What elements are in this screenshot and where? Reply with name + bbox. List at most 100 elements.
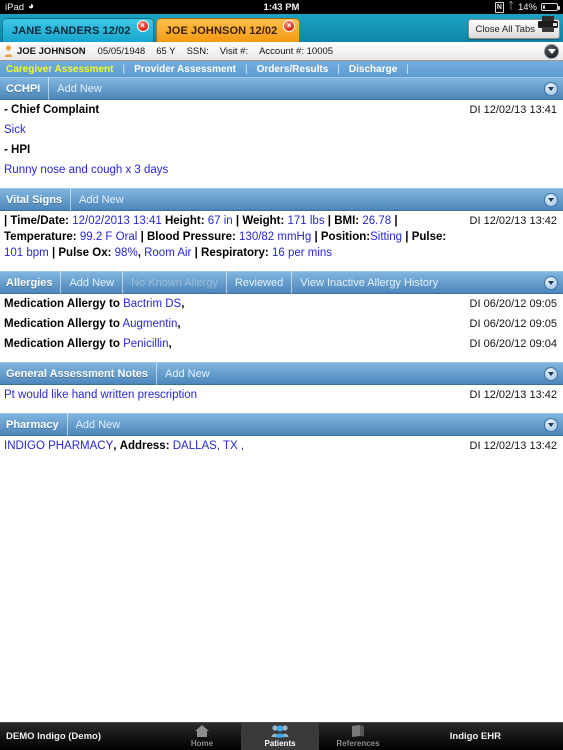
bottom-tab-references[interactable]: References [319,723,397,750]
pharmacy-address-value[interactable]: DALLAS, TX , [173,440,244,452]
vitals-pipe: | [4,215,8,227]
cchpi-header: CCHPI Add New [0,77,563,100]
vitals-value-height[interactable]: 67 in [208,215,233,227]
cchpi-add-new-button[interactable]: Add New [48,77,110,100]
vitals-value-room-air[interactable]: Room Air [144,247,191,259]
patients-icon [271,724,289,739]
hpi-label: - HPI [4,144,31,156]
allergies-title: Allergies [6,276,53,289]
person-icon [4,45,13,57]
hpi-value[interactable]: Runny nose and cough x 3 days [4,162,557,178]
allergy-text: Medication Allergy to Penicillin, [4,336,470,352]
vitals-header: Vital Signs Add New [0,188,563,211]
vitals-add-new-button[interactable]: Add New [70,188,132,211]
vitals-label-timedate: Time/Date: [10,215,70,227]
vitals-label-position: Position: [320,231,371,243]
notes-expand-button[interactable] [544,367,558,381]
section-vital-signs: Vital Signs Add New | Time/Date: 12/02/2… [0,188,563,266]
pharmacy-name[interactable]: INDIGO PHARMACY [4,440,113,452]
battery-icon [541,3,560,11]
vitals-pipe: | [314,231,318,243]
patient-bar-collapse-button[interactable] [544,44,559,59]
pharmacy-expand-button[interactable] [544,418,558,432]
pharmacy-body: INDIGO PHARMACY, Address: DALLAS, TX , D… [0,436,563,458]
nav-orders-results[interactable]: Orders/Results [257,64,329,75]
allergy-stamp: DI 06/20/12 09:05 [469,298,557,310]
vitals-title: Vital Signs [6,193,63,206]
patient-tab-joe-johnson[interactable]: JOE JOHNSON 12/02 × [155,18,301,42]
chief-complaint-value[interactable]: Sick [4,122,557,138]
nav-separator: | [244,63,248,75]
vitals-value-temperature[interactable]: 99.2 F Oral [80,231,138,243]
printer-icon[interactable] [537,15,559,33]
pharmacy-header: Pharmacy Add New [0,413,563,436]
cchpi-expand-button[interactable] [544,82,558,96]
vitals-pipe: | [51,247,56,259]
allergy-stamp: DI 06/20/12 09:05 [469,318,557,330]
nav-discharge[interactable]: Discharge [349,64,397,75]
vitals-pipe: | [194,247,198,259]
patient-tab-jane-sanders[interactable]: JANE SANDERS 12/02 × [2,18,154,42]
bottom-tab-patients[interactable]: Patients [241,722,319,750]
pharmacy-add-new-button[interactable]: Add New [66,413,129,436]
allergy-value[interactable]: Augmentin [122,318,177,330]
patient-tab-label: JOE JOHNSON 12/02 [165,24,278,37]
patient-info-bar: JOE JOHNSON 05/05/1948 65 Y SSN: Visit #… [0,42,563,61]
patient-tab-strip: JANE SANDERS 12/02 × JOE JOHNSON 12/02 ×… [0,14,563,42]
patient-dob: 05/05/1948 [97,45,146,57]
note-text[interactable]: Pt would like hand written prescription [4,387,470,403]
allergies-view-inactive-history-button[interactable]: View Inactive Allergy History [291,271,446,294]
vitals-value-weight[interactable]: 171 lbs [287,215,324,227]
vitals-value-bmi[interactable]: 26.78 [362,215,391,227]
vitals-pipe: | [394,215,398,227]
pharmacy-name-suffix: , [113,440,117,452]
notes-body: Pt would like hand written prescription … [0,385,563,407]
section-general-assessment-notes: General Assessment Notes Add New Pt woul… [0,362,563,408]
nav-caregiver-assessment[interactable]: Caregiver Assessment [6,64,113,75]
patient-age: 65 Y [156,45,176,57]
allergy-row: Medication Allergy to Bactrim DS, DI 06/… [0,294,563,314]
vitals-value-pulse[interactable]: 101 bpm [4,247,49,259]
allergy-suffix: , [168,338,172,350]
vitals-label-pulse: Pulse: [411,231,447,243]
close-icon[interactable]: × [136,20,149,32]
vitals-expand-button[interactable] [544,193,558,207]
vitals-pipe: | [235,215,240,227]
pharmacy-stamp: DI 12/02/13 13:42 [469,440,557,452]
vitals-pipe: | [140,231,144,243]
vitals-value-blood-pressure[interactable]: 130/82 mmHg [239,231,311,243]
allergies-expand-button[interactable] [544,276,558,290]
note-row: Pt would like hand written prescription … [0,385,563,405]
allergy-text: Medication Allergy to Augmentin, [4,316,470,332]
close-icon[interactable]: × [283,20,296,32]
vitals-stamp: DI 12/02/13 13:42 [469,215,557,227]
vitals-value-respiratory[interactable]: 16 per mins [272,247,332,259]
vitals-label-bmi: BMI: [334,215,360,227]
notes-add-new-button[interactable]: Add New [156,362,218,385]
vitals-pipe: | [327,215,331,227]
section-cchpi: CCHPI Add New - Chief Complaint DI 12/02… [0,77,563,183]
allergies-no-known-allergy-button[interactable]: No Known Allergy [122,271,226,294]
demo-user-label: DEMO Indigo (Demo) [6,731,101,742]
allergy-value[interactable]: Bactrim DS [123,298,181,310]
allergy-value[interactable]: Penicillin [123,338,168,350]
chief-complaint-stamp: DI 12/02/13 13:41 [469,104,557,116]
vitals-value-position[interactable]: Sitting [370,231,402,243]
vitals-value-timedate[interactable]: 12/02/2013 13:41 [72,215,162,227]
bottom-tab-home[interactable]: Home [163,723,241,750]
close-all-tabs-label: Close All Tabs [475,23,536,35]
references-icon [351,724,365,739]
chief-complaint-row: - Chief Complaint DI 12/02/13 13:41 [0,100,563,120]
allergy-suffix: , [181,298,185,310]
status-right: N ᛏ 14% [494,1,560,13]
pharmacy-title: Pharmacy [6,418,59,431]
vitals-value-pulse-ox[interactable]: 98% [115,247,138,259]
section-pharmacy: Pharmacy Add New INDIGO PHARMACY, Addres… [0,413,563,459]
allergies-reviewed-button[interactable]: Reviewed [225,271,291,294]
allergy-label: Medication Allergy to [4,338,120,350]
home-icon [194,724,210,739]
pharmacy-address-label: Address: [119,440,170,452]
allergies-add-new-button[interactable]: Add New [60,271,122,294]
nav-provider-assessment[interactable]: Provider Assessment [134,64,236,75]
allergies-header: Allergies Add New No Known Allergy Revie… [0,271,563,294]
